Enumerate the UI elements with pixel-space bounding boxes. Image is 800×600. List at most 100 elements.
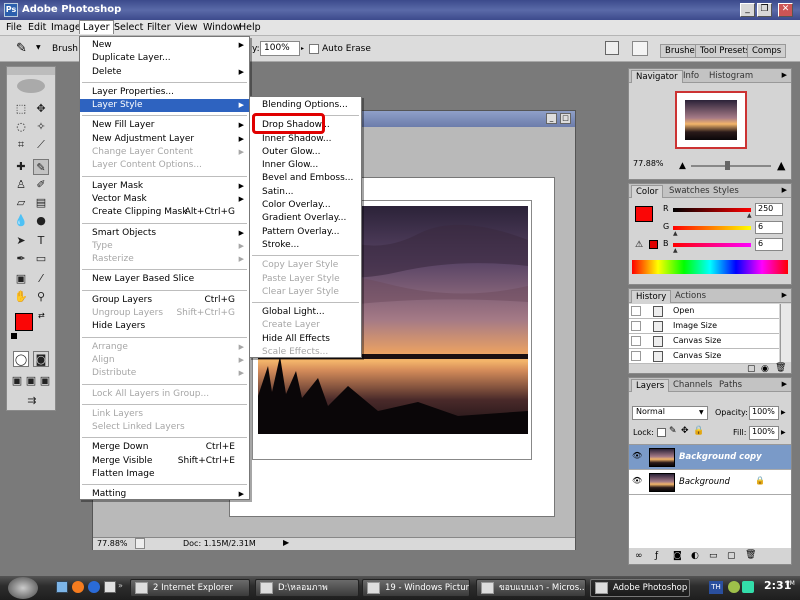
menu-view[interactable]: View [172,21,201,34]
menu-edit[interactable]: Edit [25,21,49,34]
menu-item-matting[interactable]: Matting ▶ [80,488,249,501]
tab-color[interactable]: Color [631,185,664,198]
menu-item-drop-shadow[interactable]: Drop Shadow... [250,119,361,132]
layer-style-fx-icon[interactable]: ƒ [655,551,658,561]
new-document-icon[interactable]: ▢ [747,364,756,374]
status-menu-arrow-icon[interactable]: ▶ [283,538,289,547]
lock-position-icon[interactable]: ✥ [681,426,689,436]
layers-menu-icon[interactable]: ▶ [782,380,787,388]
start-button[interactable] [8,577,38,599]
menu-item-layer-properties[interactable]: Layer Properties... [80,86,249,99]
layer-thumbnail[interactable] [649,448,675,467]
tab-channels[interactable]: Channels [669,379,716,392]
menu-item-hide-all-effects[interactable]: Hide All Effects [250,333,361,346]
menu-item-new-adjustment-layer[interactable]: New Adjustment Layer ▶ [80,133,249,146]
taskbar-button[interactable]: 19 - Windows Pictur... [362,579,470,597]
quick-launch-expand-icon[interactable]: » [118,581,123,590]
history-brush-source-box[interactable] [631,351,641,361]
blur-tool-icon[interactable]: 💧 [13,213,29,229]
standard-mode-icon[interactable]: ◯ [13,351,29,367]
tab-layers[interactable]: Layers [631,379,670,392]
document-maximize-button[interactable]: □ [560,113,571,124]
type-tool-icon[interactable]: T [33,233,49,249]
taskbar-button[interactable]: 2 Internet Explorer [130,579,250,597]
history-menu-icon[interactable]: ▶ [782,291,787,299]
status-zoom[interactable]: 77.88% [97,539,128,548]
taskbar-button[interactable]: D:\หลอมภาพ [255,579,359,597]
menu-item-layer-style[interactable]: Layer Style ▶ [80,99,249,113]
navigator-slider-thumb[interactable] [725,161,730,170]
palette-well-icon[interactable] [605,41,619,55]
menu-item-layer-mask[interactable]: Layer Mask ▶ [80,180,249,193]
zoom-out-icon[interactable]: ▲ [679,161,686,171]
lock-transparent-icon[interactable] [657,428,666,437]
blend-mode-dropdown-icon[interactable]: ▼ [699,409,704,416]
quick-launch-ie-icon[interactable] [88,581,100,593]
menu-item-new-fill-layer[interactable]: New Fill Layer ▶ [80,119,249,132]
gradient-tool-icon[interactable]: ▤ [33,195,49,211]
gamut-color-swatch[interactable] [649,240,658,249]
history-brush-tool-icon[interactable]: ✐ [33,177,49,193]
menu-item-vector-mask[interactable]: Vector Mask ▶ [80,193,249,206]
new-adjustment-layer-icon[interactable]: ◐ [691,551,699,561]
taskbar-button[interactable]: ขอบแบบเงา - Micros... [476,579,586,597]
jump-to-imageready-icon[interactable]: ⇉ [21,393,43,409]
auto-erase-checkbox[interactable] [309,44,319,54]
navigator-menu-icon[interactable]: ▶ [782,71,787,79]
menu-item-gradient-overlay[interactable]: Gradient Overlay... [250,212,361,225]
screen-mode-2-icon[interactable]: ▣ [25,373,37,389]
quick-launch-explorer-icon[interactable] [56,581,68,593]
move-tool-icon[interactable]: ✥ [33,101,49,117]
menu-item-global-light[interactable]: Global Light... [250,306,361,319]
tab-actions[interactable]: Actions [671,290,710,303]
quick-mask-mode-icon[interactable]: ◙ [33,351,49,367]
history-item[interactable]: Canvas Size [629,334,779,349]
magic-wand-tool-icon[interactable]: ✧ [33,119,49,135]
history-item[interactable]: Canvas Size [629,349,779,364]
menu-item-create-clipping-mask[interactable]: Create Clipping Mask Alt+Ctrl+G [80,206,249,219]
menu-item-outer-glow[interactable]: Outer Glow... [250,146,361,159]
tab-history[interactable]: History [631,290,672,303]
history-trash-icon[interactable]: 🗑 [775,363,786,373]
screen-mode-3-icon[interactable]: ▣ [39,373,51,389]
blue-slider-thumb[interactable]: ▲ [673,247,678,254]
menu-item-bevel-and-emboss[interactable]: Bevel and Emboss... [250,172,361,185]
green-value-field[interactable]: 6 [755,221,783,234]
pencil-tool-icon[interactable]: ✎ [16,41,27,56]
opacity-dropdown-icon[interactable]: ▸ [301,45,304,52]
red-slider[interactable] [673,208,751,212]
history-item[interactable]: Open [629,304,779,319]
clone-stamp-tool-icon[interactable]: ♙ [13,177,29,193]
menu-item-color-overlay[interactable]: Color Overlay... [250,199,361,212]
tab-swatches[interactable]: Swatches [665,185,714,198]
layer-visibility-eye-icon[interactable]: 👁 [632,451,642,460]
navigator-zoom-value[interactable]: 77.88% [633,159,664,168]
history-scrollbar[interactable] [780,304,791,362]
pencil-tool-button[interactable]: ✎ [33,159,49,175]
history-brush-source-box[interactable] [631,321,641,331]
new-layer-icon[interactable]: ▢ [727,551,736,561]
layer-fill-field[interactable]: 100% [749,426,779,440]
layer-opacity-arrow-icon[interactable]: ▶ [781,409,786,416]
new-snapshot-icon[interactable]: ◉ [761,364,769,374]
lasso-tool-icon[interactable]: ◌ [13,119,29,135]
feather-logo-icon[interactable] [17,79,45,93]
tab-paths[interactable]: Paths [715,379,746,392]
menu-item-flatten-image[interactable]: Flatten Image [80,468,249,481]
layer-name[interactable]: Background [679,477,730,487]
eraser-tool-icon[interactable]: ▱ [13,195,29,211]
opacity-field[interactable]: 100% [260,41,300,56]
dodge-tool-icon[interactable]: ● [33,213,49,229]
red-value-field[interactable]: 250 [755,203,783,216]
comps-tab[interactable]: Comps [747,44,787,58]
add-layer-mask-icon[interactable]: ◙ [673,551,682,561]
tray-network-icon[interactable] [728,581,740,593]
delete-layer-icon[interactable]: 🗑 [745,550,756,560]
layer-opacity-field[interactable]: 100% [749,406,779,420]
menu-item-new-layer-based-slice[interactable]: New Layer Based Slice [80,273,249,286]
menu-item-stroke[interactable]: Stroke... [250,239,361,252]
lock-image-icon[interactable]: ✎ [669,426,677,436]
menu-layer[interactable]: Layer [79,20,114,34]
foreground-color-swatch[interactable] [15,313,33,331]
gamut-warning-icon[interactable]: ⚠ [635,240,643,250]
